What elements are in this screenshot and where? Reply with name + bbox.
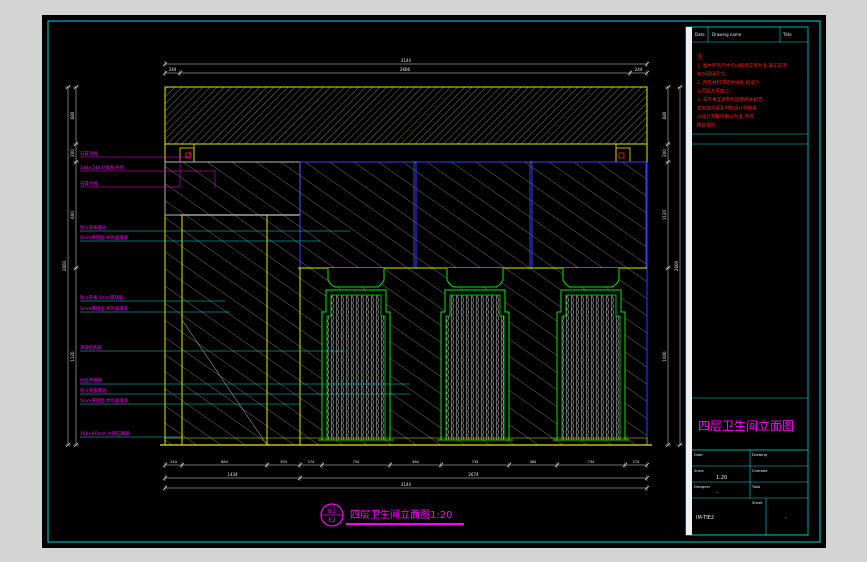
dimension-label: 600 — [70, 211, 75, 219]
dimension-label: 244 — [635, 67, 643, 72]
annotation-label: 5mm厚镜面 木饰面清漆 — [80, 234, 128, 241]
dimension-label: 884 — [221, 460, 229, 464]
title-block-row-label: Total — [751, 485, 760, 489]
note-line: 核对现场尺寸。 — [697, 71, 729, 78]
dimension-label: 734 — [353, 460, 361, 464]
dimension-label: 484 — [412, 460, 420, 464]
dimension-label: 2600 — [674, 260, 679, 271]
title-block-row-label: Drawing — [752, 453, 767, 457]
title-block-row-label: Date — [694, 453, 703, 457]
annotation-label: 防火夹板基层 — [80, 224, 107, 231]
partition-2 — [437, 268, 513, 441]
annotation-label: 100×60mm 大理石踢脚 — [80, 430, 130, 437]
dimension-label: 2666 — [400, 67, 411, 72]
title-block-row-label: Checked — [752, 469, 767, 473]
annotation-label: 清玻结构胶 — [80, 344, 103, 351]
dimension-label: 200 — [662, 149, 667, 157]
note-line: 以设计方最终确认为准,不得 — [697, 113, 754, 120]
title-block-hdr-mid: Drawing name — [712, 32, 742, 37]
caption-badge-top: B1 — [328, 508, 336, 515]
dimension-label: 734 — [472, 460, 480, 464]
title-block-white-strip — [686, 27, 692, 535]
dimension-label: 484 — [530, 460, 538, 464]
title-block-row-label: Sheet — [752, 501, 763, 505]
note-line: 如有疑问请及时与设计师联系, — [697, 105, 759, 112]
partition-1 — [318, 268, 394, 441]
partition-group — [318, 268, 629, 441]
annotation-label: 5mm厚镜面 木饰面清漆 — [80, 305, 128, 312]
dimension-label: 680 — [70, 111, 75, 119]
elevation-drawing — [160, 86, 652, 446]
dimension-label: 1434 — [227, 472, 238, 477]
scale-value: 1:20 — [716, 475, 727, 481]
note-line: 1. 图中所有尺寸均以现场实测为准,施工前须 — [697, 62, 787, 69]
dimension-label: 1000 — [662, 351, 667, 362]
designer-value: - — [716, 490, 718, 496]
dimension-label: 274 — [633, 460, 641, 464]
dimension-label: 354 — [280, 460, 288, 464]
caption-badge-bottom: E2 — [328, 517, 336, 524]
cad-drawing-canvas: Date Drawing name Title 注: 1. 图中所有尺寸均以现场… — [42, 15, 826, 548]
dimension-label: 2600 — [62, 260, 67, 271]
annotation-label: 5mm厚镜面 木饰面清漆 — [80, 397, 128, 404]
title-block-hdr-right: Title — [782, 32, 792, 37]
drawing-title: 四层卫生间立面图 — [698, 418, 794, 433]
dimension-label: 1120 — [70, 351, 75, 362]
annotation-label: 拉丝不锈钢 — [80, 377, 103, 384]
annotation-label: 244×244 铝扣板吊顶 — [80, 164, 124, 171]
dimension-label: 244 — [169, 67, 177, 72]
dimension-label: 3144 — [401, 58, 412, 63]
annotation-label: 防火夹板 5mm厚镜面 — [80, 294, 124, 301]
partition-3 — [553, 268, 629, 441]
annotation-label: 石膏顶线 — [80, 180, 98, 187]
sheet-value: - — [785, 515, 787, 521]
cornice-strip — [164, 143, 648, 163]
annotation-label: 防火夹板基层 — [80, 387, 107, 394]
dimension-label: 274 — [308, 460, 316, 464]
title-block-row-label: Scale — [694, 469, 704, 473]
dimension-label: 734 — [588, 460, 596, 464]
ceiling-band — [164, 86, 648, 145]
note-line: 3. 未尽事宜请参照国家相关规范, — [697, 96, 765, 103]
title-block-row-label: Designer — [694, 485, 711, 489]
dimension-label: 2674 — [468, 472, 479, 477]
left-recess-hatch — [165, 162, 300, 215]
drawing-number: IM-TIE2 — [696, 515, 714, 521]
note-line: 擅自更改。 — [697, 122, 720, 129]
annotation-label: 石膏顶线 — [80, 150, 98, 157]
note-line: 2. 所有材料须提供样板,经设计 — [697, 79, 760, 86]
caption-text: 四层卫生间立面图1:20 — [350, 508, 452, 521]
notes-label: 注: — [697, 53, 704, 60]
note-line: 认可后方可施工。 — [697, 88, 734, 95]
dimension-label: 1120 — [662, 209, 667, 220]
dimension-label: 200 — [70, 149, 75, 157]
dimension-label: 3144 — [401, 482, 412, 487]
dimension-label: 244 — [170, 460, 178, 464]
dimension-label: 680 — [662, 111, 667, 119]
title-block-hdr-left: Date — [695, 32, 705, 37]
